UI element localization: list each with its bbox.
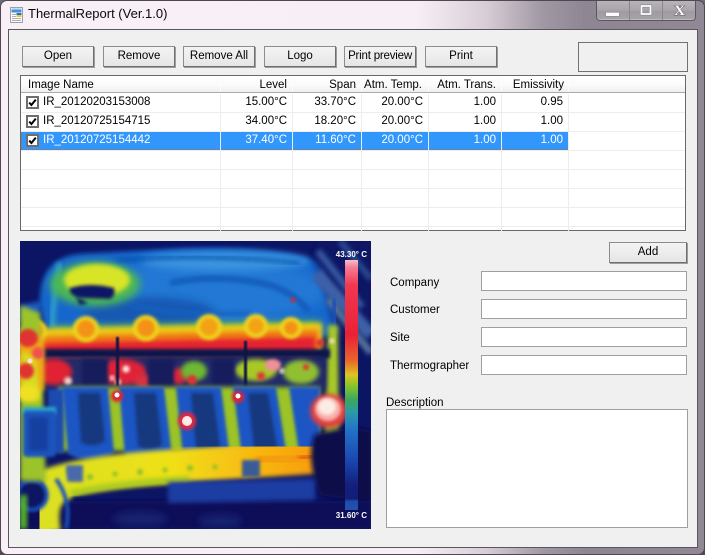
svg-text:X: X: [674, 3, 685, 19]
svg-text:31.60° C: 31.60° C: [336, 511, 367, 520]
svg-text:43.30° C: 43.30° C: [336, 250, 367, 259]
